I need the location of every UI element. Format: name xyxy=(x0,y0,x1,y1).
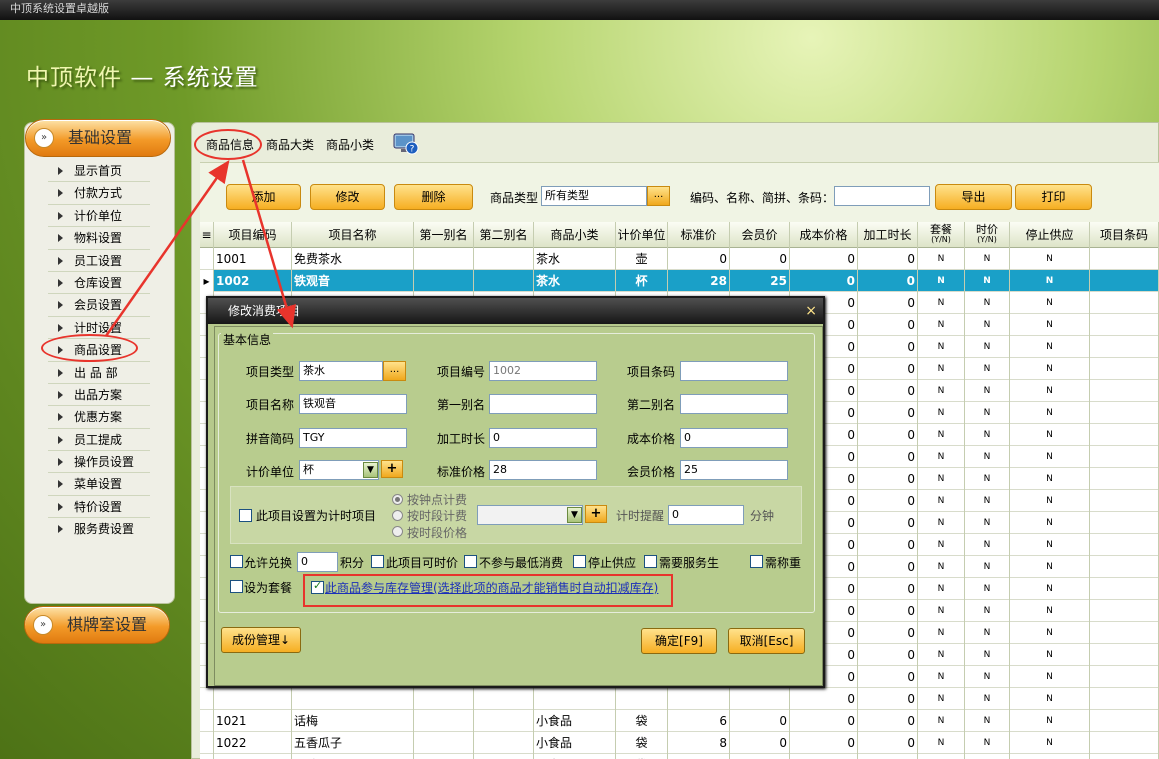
annotation-arrows xyxy=(104,159,296,337)
